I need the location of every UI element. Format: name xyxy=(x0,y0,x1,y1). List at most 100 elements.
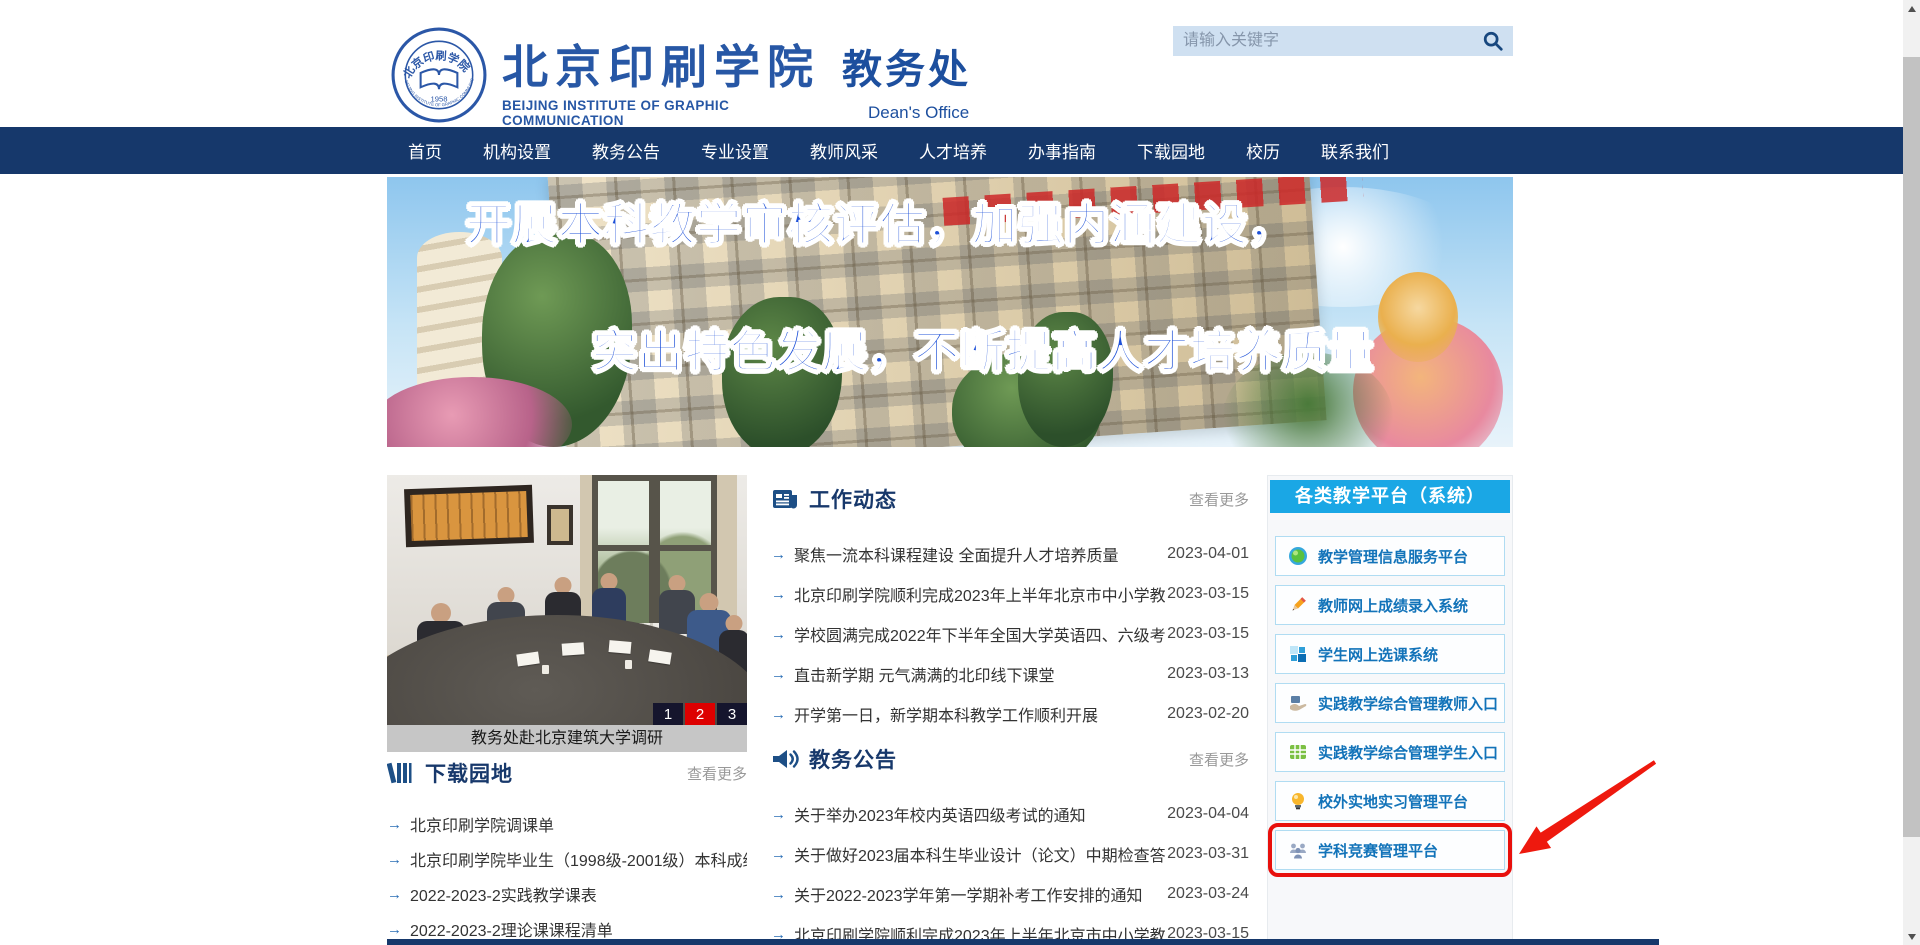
work-news-list: → 聚焦一流本科课程建设 全面提升人才培养质量 2023-04-01 → 北京印… xyxy=(771,544,1249,724)
item-text: 关于举办2023年校内英语四级考试的通知 xyxy=(794,802,1165,826)
scrollbar-down-button[interactable] xyxy=(1903,928,1920,945)
news-photo-slider[interactable]: 1 2 3 教务处赴北京建筑大学调研 xyxy=(387,475,747,752)
nav-item-org[interactable]: 机构设置 xyxy=(483,138,551,163)
photo-namecard-shape xyxy=(562,642,585,656)
list-item[interactable]: → 学校圆满完成2022年下半年全国大学英语四、六级考试加 2023-03-15 xyxy=(771,624,1249,644)
newspaper-icon xyxy=(771,485,799,513)
nav-item-calendar[interactable]: 校历 xyxy=(1246,138,1280,163)
platform-item-teaching-info[interactable]: 教学管理信息服务平台 xyxy=(1275,536,1505,576)
site-logo[interactable]: 北京印刷学院 1958 BEIJING INSTITUTE OF GRAPHIC… xyxy=(390,26,971,128)
nav-item-contact[interactable]: 联系我们 xyxy=(1321,138,1389,163)
search-button[interactable] xyxy=(1473,26,1513,56)
bulb-icon xyxy=(1288,791,1308,811)
search-input[interactable] xyxy=(1173,26,1473,56)
platform-item-label: 实践教学综合管理教师入口 xyxy=(1318,693,1498,714)
scrollbar-down-icon xyxy=(1908,934,1916,940)
list-item[interactable]: → 北京印刷学院调课单 xyxy=(387,814,747,834)
photo-cup-shape xyxy=(542,665,549,674)
list-item[interactable]: → 开学第一日，新学期本科教学工作顺利开展 2023-02-20 xyxy=(771,704,1249,724)
search-box xyxy=(1173,26,1513,56)
nav-item-talent[interactable]: 人才培养 xyxy=(919,138,987,163)
photo-caption[interactable]: 教务处赴北京建筑大学调研 xyxy=(387,725,747,752)
highlight-box: 学科竞赛管理平台 xyxy=(1268,823,1512,877)
logo-text: 北京印刷学院 教务处 BEIJING INSTITUTE OF GRAPHIC … xyxy=(502,26,971,128)
logo-cn-dept: 教务处 xyxy=(842,50,971,90)
list-item[interactable]: → 直击新学期 元气满满的北印线下课堂 2023-03-13 xyxy=(771,664,1249,684)
item-date: 2023-03-24 xyxy=(1167,885,1249,903)
arrow-bullet-icon: → xyxy=(771,666,786,683)
item-date: 2023-03-15 xyxy=(1167,625,1249,643)
list-item[interactable]: → 2022-2023-2理论课课程清单 xyxy=(387,919,747,939)
item-date: 2023-02-20 xyxy=(1167,705,1249,723)
item-text: 直击新学期 元气满满的北印线下课堂 xyxy=(794,662,1165,686)
banner-slide[interactable]: 开展本科教学审核评估，加强内涵建设， 突出特色发展，不断提高人才培养质量 xyxy=(387,177,1513,447)
page-number-1[interactable]: 1 xyxy=(653,703,683,725)
logo-cn-name: 北京印刷学院 xyxy=(502,44,820,90)
scrollbar[interactable] xyxy=(1903,0,1920,945)
item-text: 2022-2023-2实践教学课表 xyxy=(410,882,747,906)
arrow-bullet-icon: → xyxy=(771,586,786,603)
list-item[interactable]: → 2022-2023-2实践教学课表 xyxy=(387,884,747,904)
list-item[interactable]: → 北京印刷学院毕业生（1998级-2001级）本科成绩... xyxy=(387,849,747,869)
search-icon xyxy=(1482,30,1504,52)
page-number-2-active[interactable]: 2 xyxy=(685,703,715,725)
arrow-bullet-icon: → xyxy=(771,706,786,723)
platform-item-practice-teacher[interactable]: 实践教学综合管理教师入口 xyxy=(1275,683,1505,723)
photo-person-shape xyxy=(592,573,626,623)
section-downloads-header: 下载园地 查看更多 xyxy=(387,758,747,788)
section-announcements-header: 教务公告 查看更多 xyxy=(771,744,1249,774)
list-item[interactable]: → 聚焦一流本科课程建设 全面提升人才培养质量 2023-04-01 xyxy=(771,544,1249,564)
item-date: 2023-03-31 xyxy=(1167,845,1249,863)
arrow-bullet-icon: → xyxy=(771,806,786,823)
news-photo[interactable] xyxy=(387,475,747,725)
banner-slogan: 开展本科教学审核评估，加强内涵建设， 突出特色发展，不断提高人才培养质量 xyxy=(387,177,1513,447)
footer-strip xyxy=(387,939,1659,945)
item-text: 学校圆满完成2022年下半年全国大学英语四、六级考试加 xyxy=(794,622,1165,646)
photo-cup-shape xyxy=(625,660,632,669)
platform-item-label: 学科竞赛管理平台 xyxy=(1318,840,1438,861)
middle-column: 工作动态 查看更多 → 聚焦一流本科课程建设 全面提升人才培养质量 2023-0… xyxy=(771,475,1249,945)
item-text: 北京印刷学院顺利完成2023年上半年北京市中小学教师资 xyxy=(794,582,1165,606)
platform-list: 教学管理信息服务平台 教师网上成绩录入系统 xyxy=(1268,536,1512,877)
platform-item-internship[interactable]: 校外实地实习管理平台 xyxy=(1275,781,1505,821)
list-item[interactable]: → 关于做好2023届本科生毕业设计（论文）中期检查答辩... 2023-03-… xyxy=(771,844,1249,864)
platform-item-practice-student[interactable]: 实践教学综合管理学生入口 xyxy=(1275,732,1505,772)
platform-panel-header: 各类教学平台（系统） xyxy=(1270,480,1510,513)
nav-item-faculty[interactable]: 教师风采 xyxy=(810,138,878,163)
list-item[interactable]: → 关于2022-2023学年第一学期补考工作安排的通知 2023-03-24 xyxy=(771,884,1249,904)
list-item[interactable]: → 关于举办2023年校内英语四级考试的通知 2023-04-04 xyxy=(771,804,1249,824)
downloads-list: → 北京印刷学院调课单 → 北京印刷学院毕业生（1998级-2001级）本科成绩… xyxy=(387,814,747,939)
scrollbar-thumb[interactable] xyxy=(1903,57,1920,837)
photo-frame-shape xyxy=(547,505,573,545)
logo-en-dept: Dean's Office xyxy=(868,103,969,123)
section-work-news-header: 工作动态 查看更多 xyxy=(771,484,1249,514)
banner-slogan-line-2: 突出特色发展，不断提高人才培养质量 xyxy=(420,328,1513,376)
arrow-bullet-icon: → xyxy=(771,546,786,563)
item-text: 2022-2023-2理论课课程清单 xyxy=(410,917,747,941)
platform-item-label: 教学管理信息服务平台 xyxy=(1318,546,1468,567)
list-item[interactable]: → 北京印刷学院顺利完成2023年上半年北京市中小学教师资 2023-03-15 xyxy=(771,584,1249,604)
item-text: 北京印刷学院毕业生（1998级-2001级）本科成绩... xyxy=(410,847,747,871)
university-seal-icon: 北京印刷学院 1958 BEIJING INSTITUTE OF GRAPHIC… xyxy=(390,26,488,124)
platform-item-grade-entry[interactable]: 教师网上成绩录入系统 xyxy=(1275,585,1505,625)
view-more-link[interactable]: 查看更多 xyxy=(1189,489,1249,510)
platform-item-label: 教师网上成绩录入系统 xyxy=(1318,595,1468,616)
pencil-icon xyxy=(1288,595,1308,615)
arrow-bullet-icon: → xyxy=(387,816,402,833)
view-more-link[interactable]: 查看更多 xyxy=(1189,749,1249,770)
page-number-3[interactable]: 3 xyxy=(717,703,747,725)
nav-item-announcements[interactable]: 教务公告 xyxy=(592,138,660,163)
nav-item-majors[interactable]: 专业设置 xyxy=(701,138,769,163)
nav-item-downloads[interactable]: 下载园地 xyxy=(1137,138,1205,163)
squares-icon xyxy=(1288,644,1308,664)
view-more-link[interactable]: 查看更多 xyxy=(687,763,747,784)
nav-item-guide[interactable]: 办事指南 xyxy=(1028,138,1096,163)
arrow-bullet-icon: → xyxy=(771,626,786,643)
arrow-bullet-icon: → xyxy=(771,846,786,863)
scrollbar-up-button[interactable] xyxy=(1903,0,1920,17)
nav-item-home[interactable]: 首页 xyxy=(408,138,442,163)
main-content: 1 2 3 教务处赴北京建筑大学调研 下载园地 查看更多 → xyxy=(387,475,1513,945)
platform-item-course-selection[interactable]: 学生网上选课系统 xyxy=(1275,634,1505,674)
platform-item-competition[interactable]: 学科竞赛管理平台 xyxy=(1275,830,1505,870)
scrollbar-up-icon xyxy=(1908,6,1916,12)
